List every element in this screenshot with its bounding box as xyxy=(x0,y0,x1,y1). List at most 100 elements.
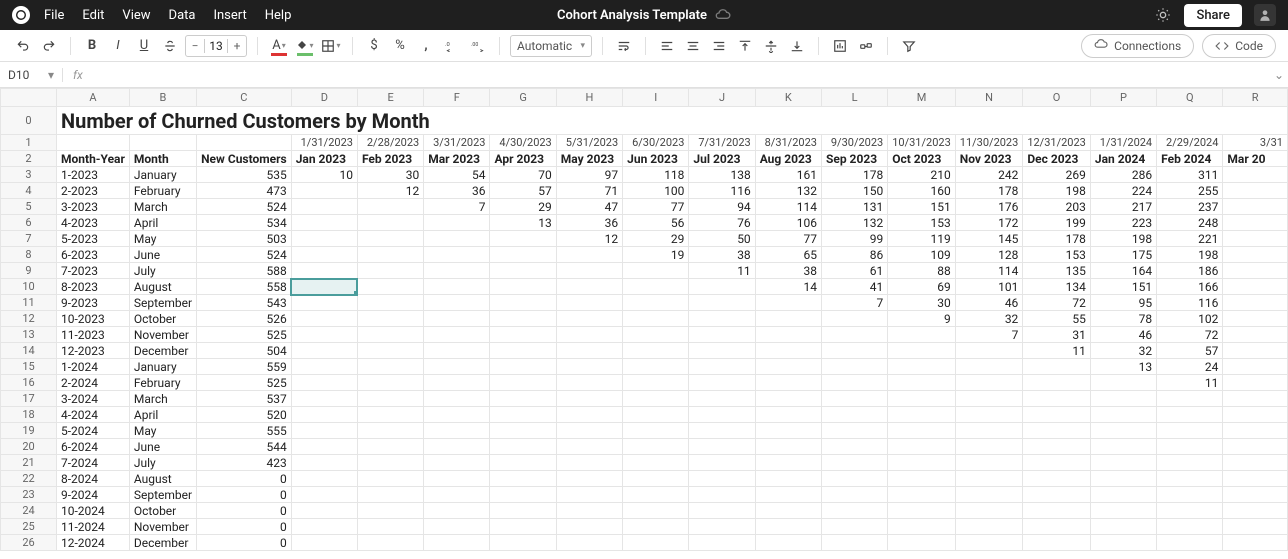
currency-format-button[interactable]: $ xyxy=(363,35,385,57)
cell[interactable] xyxy=(623,423,689,439)
italic-button[interactable]: I xyxy=(107,35,129,57)
row-header[interactable]: 13 xyxy=(1,327,57,343)
cell[interactable]: 176 xyxy=(955,199,1023,215)
spreadsheet-grid[interactable]: ABCDEFGHIJKLMNOPQR0Number of Churned Cus… xyxy=(0,88,1288,559)
cell[interactable] xyxy=(1223,519,1288,535)
cell[interactable]: 29 xyxy=(623,231,689,247)
cell[interactable] xyxy=(689,503,755,519)
cell[interactable]: Dec 2023 xyxy=(1023,151,1091,167)
column-header[interactable]: C xyxy=(197,89,292,107)
cell[interactable]: 537 xyxy=(197,391,292,407)
cell[interactable] xyxy=(357,359,423,375)
cell[interactable]: 153 xyxy=(888,215,956,231)
cell[interactable]: 114 xyxy=(755,199,821,215)
cell[interactable]: 3-2024 xyxy=(57,391,130,407)
cell[interactable]: 57 xyxy=(1157,343,1223,359)
cell[interactable] xyxy=(424,487,490,503)
cell[interactable] xyxy=(955,439,1023,455)
cell[interactable]: 1/31/2023 xyxy=(291,135,357,151)
cell[interactable] xyxy=(424,391,490,407)
cell[interactable] xyxy=(1157,535,1223,551)
app-logo-icon[interactable] xyxy=(12,6,30,24)
cell[interactable]: 7 xyxy=(424,199,490,215)
column-header[interactable]: J xyxy=(689,89,755,107)
cell[interactable] xyxy=(424,423,490,439)
cell[interactable] xyxy=(357,231,423,247)
cell[interactable]: October xyxy=(129,503,196,519)
cell[interactable] xyxy=(357,199,423,215)
cell[interactable] xyxy=(755,535,821,551)
cell[interactable]: 153 xyxy=(1023,247,1091,263)
cell[interactable]: July xyxy=(129,263,196,279)
cell[interactable] xyxy=(357,407,423,423)
cell[interactable] xyxy=(197,135,292,151)
text-color-button[interactable]: A▾ xyxy=(268,35,290,57)
cell[interactable] xyxy=(424,375,490,391)
cell[interactable]: 116 xyxy=(689,183,755,199)
insert-chart-button[interactable] xyxy=(829,35,851,57)
cell[interactable] xyxy=(689,471,755,487)
cell[interactable]: 11 xyxy=(1157,375,1223,391)
cell[interactable]: 114 xyxy=(955,263,1023,279)
cell[interactable]: 221 xyxy=(1157,231,1223,247)
cell[interactable] xyxy=(490,311,556,327)
cell[interactable]: September xyxy=(129,295,196,311)
cell[interactable] xyxy=(821,519,887,535)
cell[interactable]: 72 xyxy=(1157,327,1223,343)
user-avatar-icon[interactable] xyxy=(1254,4,1276,26)
strikethrough-button[interactable] xyxy=(159,35,181,57)
cell[interactable]: 32 xyxy=(1090,343,1156,359)
cell[interactable] xyxy=(955,343,1023,359)
row-header[interactable]: 0 xyxy=(1,107,57,135)
cell[interactable]: 178 xyxy=(1023,231,1091,247)
cell[interactable]: 543 xyxy=(197,295,292,311)
row-header[interactable]: 7 xyxy=(1,231,57,247)
cell[interactable] xyxy=(1223,391,1288,407)
cell[interactable]: 5-2024 xyxy=(57,423,130,439)
cell[interactable] xyxy=(291,439,357,455)
cell[interactable]: 6/30/2023 xyxy=(623,135,689,151)
cell[interactable] xyxy=(888,439,956,455)
cell[interactable]: Aug 2023 xyxy=(755,151,821,167)
cell[interactable] xyxy=(623,519,689,535)
cell[interactable] xyxy=(1223,167,1288,183)
cell[interactable] xyxy=(357,279,423,295)
cell[interactable]: 525 xyxy=(197,375,292,391)
cell[interactable] xyxy=(1023,535,1091,551)
cell[interactable] xyxy=(623,343,689,359)
cell[interactable] xyxy=(556,439,622,455)
doc-title[interactable]: Cohort Analysis Template xyxy=(557,8,731,23)
cell[interactable]: 11-2024 xyxy=(57,519,130,535)
menu-insert[interactable]: Insert xyxy=(213,8,246,23)
cell[interactable] xyxy=(357,215,423,231)
cell[interactable]: 217 xyxy=(1090,199,1156,215)
cell[interactable]: 286 xyxy=(1090,167,1156,183)
cell[interactable]: 9-2023 xyxy=(57,295,130,311)
cell[interactable] xyxy=(291,391,357,407)
column-header[interactable]: H xyxy=(556,89,622,107)
cell[interactable]: 24 xyxy=(1157,359,1223,375)
cell[interactable]: 100 xyxy=(623,183,689,199)
cell[interactable] xyxy=(689,487,755,503)
cell[interactable] xyxy=(291,215,357,231)
theme-toggle-icon[interactable] xyxy=(1154,6,1172,24)
cell[interactable] xyxy=(291,247,357,263)
cell[interactable]: 119 xyxy=(888,231,956,247)
row-header[interactable]: 26 xyxy=(1,535,57,551)
cell[interactable] xyxy=(821,327,887,343)
cell[interactable]: Jun 2023 xyxy=(623,151,689,167)
cell[interactable] xyxy=(424,231,490,247)
cell[interactable] xyxy=(424,407,490,423)
cell[interactable] xyxy=(291,311,357,327)
cell[interactable] xyxy=(490,439,556,455)
cell[interactable] xyxy=(821,391,887,407)
row-header[interactable]: 20 xyxy=(1,439,57,455)
decrease-decimal-button[interactable]: .0 xyxy=(441,35,463,57)
cell[interactable]: 2/28/2023 xyxy=(357,135,423,151)
cell[interactable] xyxy=(623,263,689,279)
cell[interactable] xyxy=(888,375,956,391)
cell[interactable] xyxy=(755,343,821,359)
menu-help[interactable]: Help xyxy=(265,8,292,23)
cell[interactable]: 61 xyxy=(821,263,887,279)
cell[interactable] xyxy=(689,439,755,455)
